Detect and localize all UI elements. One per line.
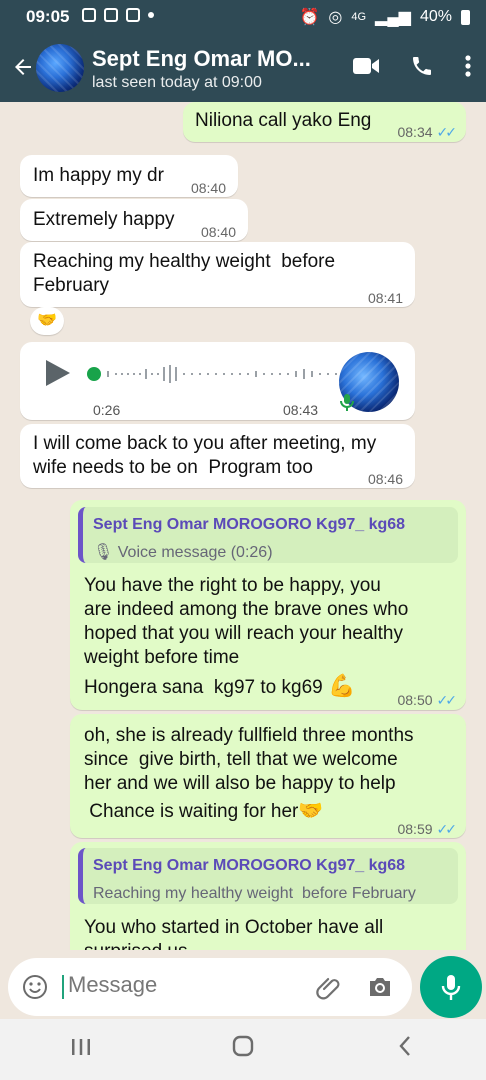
text-cursor: [62, 975, 64, 999]
message-text-line: surprised us: [84, 940, 188, 950]
quoted-sender: Sept Eng Omar MOROGORO Kg97_ kg68: [93, 857, 406, 874]
flexed-biceps-icon: 💪: [328, 673, 356, 698]
recent-apps-button[interactable]: [46, 1036, 116, 1064]
message-text: Hongera sana kg97 to kg69: [84, 677, 323, 698]
home-button[interactable]: [208, 1035, 278, 1064]
handshake-icon: 🤝: [37, 312, 57, 329]
recent-apps-icon: [72, 1038, 90, 1055]
message-text-line: wife needs to be on Program too: [33, 457, 313, 478]
message-text-line: You have the right to be happy, you: [84, 575, 381, 596]
chat-area[interactable]: Niliona call yako Eng 08:34 ✓✓ Im happy m…: [0, 102, 486, 950]
alarm-icon: ⏰: [299, 9, 320, 26]
battery-label: 40%: [419, 8, 452, 25]
status-system-icons: ⏰ ◎ 4G ▂▄▆ 40%: [299, 7, 470, 27]
system-navigation-bar: [0, 1019, 486, 1080]
battery-icon: [461, 9, 470, 25]
message-time: 08:40: [190, 180, 226, 196]
message-text: Extremely happy: [33, 209, 175, 230]
message-text: Niliona call yako Eng: [195, 110, 372, 131]
quoted-preview: 🎙 Voice message (0:26): [93, 541, 448, 565]
message-bubble-incoming[interactable]: Extremely happy 08:40: [20, 199, 248, 241]
message-text-line: her and we will also be happy to help: [84, 773, 396, 794]
voice-duration: 0:26: [93, 402, 121, 418]
back-button[interactable]: [8, 52, 38, 82]
quoted-message[interactable]: Sept Eng Omar MOROGORO Kg97_ kg68 Reachi…: [78, 848, 458, 904]
mail-icon: [126, 8, 140, 22]
quoted-sender: Sept Eng Omar MOROGORO Kg97_ kg68: [93, 516, 406, 533]
message-time-text: 08:59: [397, 821, 433, 837]
message-bubble-incoming[interactable]: Im happy my dr 08:40: [20, 155, 238, 197]
more-notifications-icon: [148, 12, 154, 18]
camera-icon[interactable]: [366, 974, 394, 1000]
message-text-line: You who started in October have all: [84, 917, 384, 938]
message-text-line: February: [33, 275, 110, 296]
message-text-line: oh, she is already fullfield three month…: [84, 725, 414, 746]
message-time: 08:43: [283, 402, 319, 418]
read-ticks-icon: ✓✓: [436, 692, 458, 708]
message-time: 08:46: [367, 471, 403, 487]
message-text-line: weight before time: [84, 647, 240, 668]
message-text-line: I will come back to you after meeting, m…: [33, 433, 377, 454]
status-bar: 09:05 ⏰ ◎ 4G ▂▄▆ 40%: [0, 0, 486, 34]
voice-message-bubble[interactable]: 0:26 08:43: [20, 342, 415, 420]
message-text-line: Reaching my healthy weight before: [33, 251, 336, 272]
back-chevron-icon: [399, 1036, 410, 1056]
message-input[interactable]: Message: [68, 972, 157, 998]
hotspot-icon: ◎: [328, 9, 343, 26]
handshake-icon: 🤝: [298, 800, 324, 822]
message-bubble-incoming[interactable]: Reaching my healthy weight before Februa…: [20, 242, 415, 307]
notification-icon: [82, 8, 96, 22]
mic-icon: 🎙: [93, 544, 114, 561]
attach-icon[interactable]: [316, 974, 344, 1002]
message-text-line: Hongera sana kg97 to kg69 💪: [84, 674, 355, 700]
message-time: 08:40: [200, 224, 236, 240]
message-time: 08:59 ✓✓: [397, 817, 458, 841]
message-composer[interactable]: Message: [8, 958, 412, 1016]
network-label: 4G: [351, 11, 367, 23]
signal-icon: ▂▄▆: [375, 9, 411, 26]
contact-last-seen: last seen today at 09:00: [92, 74, 262, 91]
mic-icon: [340, 394, 354, 411]
message-text-line: hoped that you will reach your healthy: [84, 623, 403, 644]
message-time: 08:34 ✓✓: [397, 120, 458, 144]
audio-waveform[interactable]: [86, 362, 342, 386]
quoted-preview: Reaching my healthy weight before Februa…: [93, 885, 416, 902]
message-bubble-outgoing[interactable]: Niliona call yako Eng 08:34 ✓✓: [183, 102, 466, 142]
message-bubble-outgoing[interactable]: Sept Eng Omar MOROGORO Kg97_ kg68 🎙 Voic…: [70, 500, 466, 710]
video-call-icon[interactable]: [352, 55, 380, 77]
message-bubble-outgoing[interactable]: oh, she is already fullfield three month…: [70, 714, 466, 838]
message-text: Chance is waiting for her: [84, 801, 299, 822]
message-time: 08:50 ✓✓: [397, 688, 458, 712]
chat-header: Sept Eng Omar MO... last seen today at 0…: [0, 34, 486, 102]
message-text-line: Chance is waiting for her🤝: [84, 799, 323, 824]
back-arrow-icon: [15, 59, 31, 75]
message-time-text: 08:34: [397, 124, 433, 140]
message-time-text: 08:50: [397, 692, 433, 708]
emoji-icon[interactable]: [22, 974, 48, 1000]
voice-record-button[interactable]: [420, 956, 482, 1018]
message-text: Im happy my dr: [33, 165, 164, 186]
message-time: 08:41: [367, 290, 403, 306]
message-bubble-incoming[interactable]: I will come back to you after meeting, m…: [20, 424, 415, 488]
read-ticks-icon: ✓✓: [436, 821, 458, 837]
contact-name[interactable]: Sept Eng Omar MO...: [92, 46, 311, 72]
mic-icon: [441, 975, 461, 1000]
gallery-icon: [104, 8, 118, 22]
status-notification-icons: [82, 8, 154, 22]
phone-icon[interactable]: [410, 54, 434, 78]
status-time: 09:05: [26, 7, 70, 26]
back-nav-button[interactable]: [370, 1035, 440, 1064]
message-bubble-outgoing[interactable]: Sept Eng Omar MOROGORO Kg97_ kg68 Reachi…: [70, 842, 466, 950]
read-ticks-icon: ✓✓: [436, 124, 458, 140]
quoted-message[interactable]: Sept Eng Omar MOROGORO Kg97_ kg68 🎙 Voic…: [78, 507, 458, 563]
play-icon[interactable]: [46, 360, 70, 386]
message-text-line: since give birth, tell that we welcome: [84, 749, 398, 770]
home-icon: [232, 1035, 254, 1057]
quoted-preview-text: Voice message (0:26): [117, 544, 273, 561]
contact-avatar[interactable]: [36, 44, 84, 92]
more-options-icon[interactable]: [464, 54, 472, 78]
message-text-line: are indeed among the brave ones who: [84, 599, 409, 620]
reaction-badge[interactable]: 🤝: [30, 307, 64, 335]
